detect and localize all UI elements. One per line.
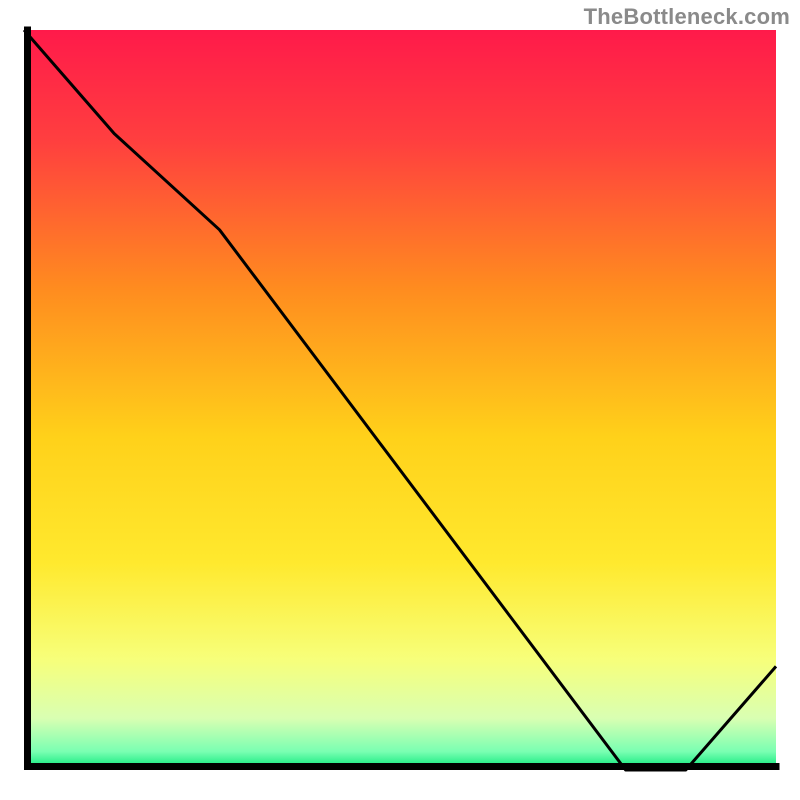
chart-container: TheBottleneck.com [0, 0, 800, 800]
bottleneck-chart [0, 0, 800, 800]
watermark-text: TheBottleneck.com [584, 4, 790, 30]
